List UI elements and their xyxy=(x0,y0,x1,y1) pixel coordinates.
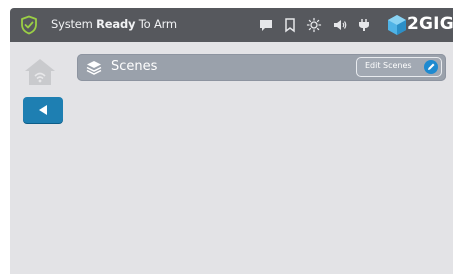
back-arrow-icon xyxy=(39,105,47,115)
edit-scenes-button[interactable]: Edit Scenes xyxy=(356,57,442,77)
shield-check-icon xyxy=(21,15,37,35)
home-wifi-icon[interactable] xyxy=(23,57,57,87)
bookmark-icon[interactable] xyxy=(282,17,298,33)
edit-scenes-label: Edit Scenes xyxy=(365,61,412,70)
2gig-logo-icon xyxy=(388,15,406,35)
power-plug-icon[interactable] xyxy=(356,17,372,33)
volume-icon[interactable] xyxy=(332,17,348,33)
scenes-header: Scenes Edit Scenes xyxy=(77,54,446,81)
page-title: Scenes xyxy=(111,59,158,74)
message-icon[interactable] xyxy=(258,17,274,33)
back-button[interactable] xyxy=(23,97,63,123)
status-suffix: To Arm xyxy=(138,17,177,31)
status-emphasis: Ready xyxy=(96,17,136,31)
brand-name: 2GIG xyxy=(407,14,453,34)
status-prefix: System xyxy=(51,17,93,31)
system-status: System Ready To Arm xyxy=(51,17,177,31)
panel-screen: System Ready To Arm 2GIG Scenes Edit Sce… xyxy=(10,8,453,274)
layers-icon xyxy=(86,61,102,75)
pencil-icon xyxy=(424,60,438,74)
brightness-icon[interactable] xyxy=(306,17,322,33)
brand-logo: 2GIG xyxy=(387,11,453,39)
status-bar: System Ready To Arm 2GIG xyxy=(10,8,453,42)
